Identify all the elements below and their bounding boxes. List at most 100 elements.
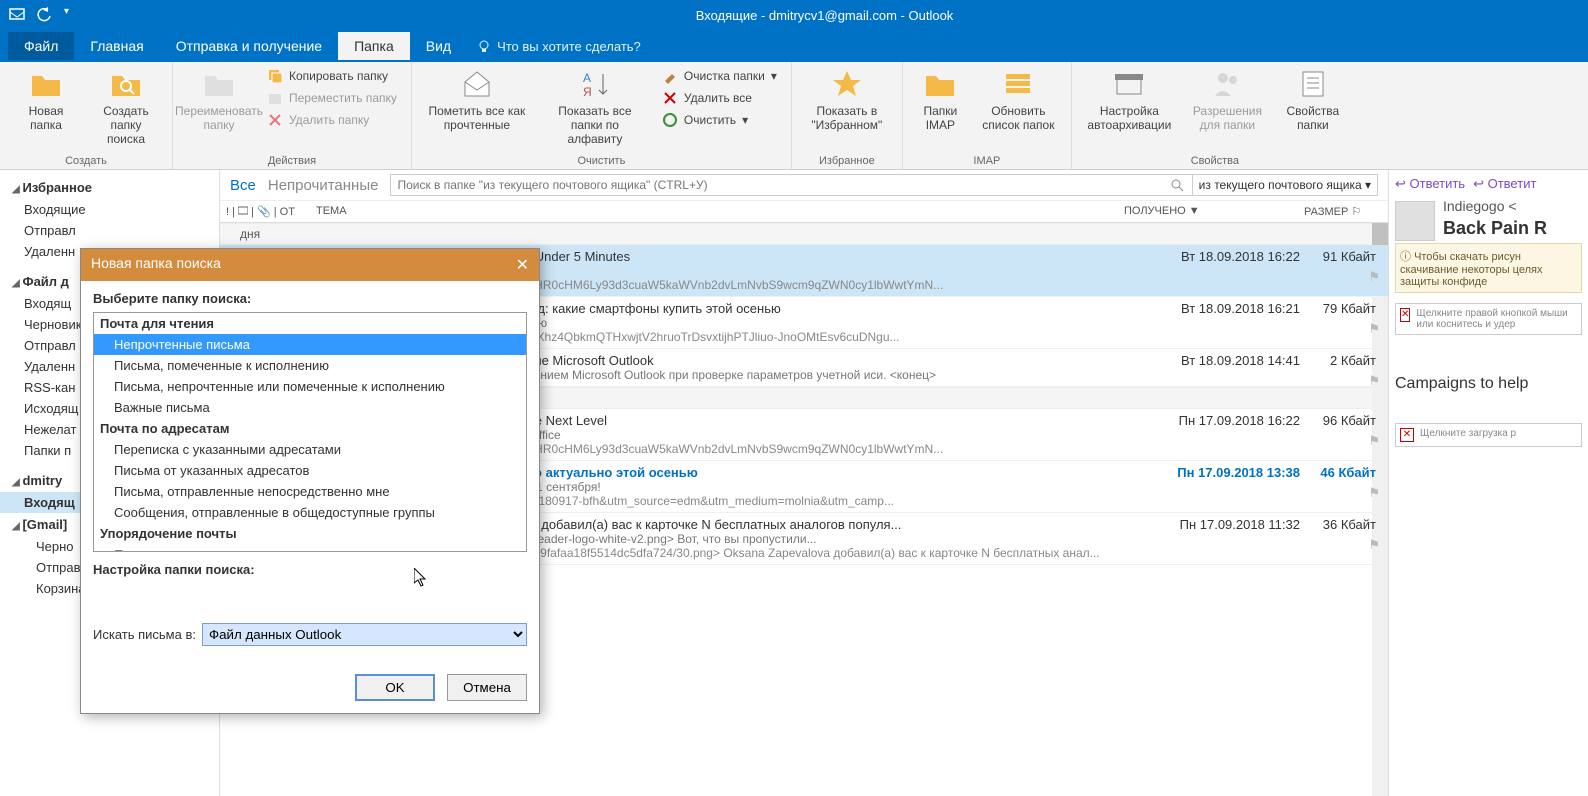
delete-folder-button[interactable]: Удалить папку <box>263 110 373 130</box>
list-option[interactable]: Письма, непрочтенные или помеченные к ис… <box>94 376 526 397</box>
group-label-create: Создать <box>65 153 107 167</box>
svg-text:А: А <box>583 71 591 85</box>
folders-icon <box>924 68 956 100</box>
move-folder-icon <box>267 90 283 106</box>
group-label-favorites: Избранное <box>819 153 875 167</box>
show-all-az-button[interactable]: АЯ Показать все папки по алфавиту <box>540 66 650 148</box>
close-icon[interactable]: ✕ <box>516 255 529 275</box>
reply-all-button[interactable]: ↩ Ответит <box>1473 176 1536 192</box>
col-subject[interactable]: ТЕМА <box>310 203 1118 220</box>
reading-body: Campaigns to help <box>1395 335 1582 393</box>
tab-home[interactable]: Главная <box>74 32 159 60</box>
cancel-button[interactable]: Отмена <box>447 674 527 701</box>
list-option[interactable]: Непрочтенные письма <box>94 334 526 355</box>
list-option[interactable]: Письма, отправленные непосредственно мне <box>94 481 526 502</box>
flag-icon[interactable]: ⚑ <box>1368 537 1380 553</box>
delete-all-icon <box>662 90 678 106</box>
folder-icon <box>30 68 62 100</box>
folder-permissions-button[interactable]: Разрешения для папки <box>1185 66 1270 134</box>
recycle-icon <box>662 112 678 128</box>
star-icon <box>831 68 863 100</box>
ribbon-tabs: Файл Главная Отправка и получение Папка … <box>0 30 1588 62</box>
folder-item[interactable]: Входящие <box>0 199 219 220</box>
qat-undo-icon[interactable] <box>36 6 54 24</box>
list-option[interactable]: Письма от указанных адресатов <box>94 460 526 481</box>
ribbon: Новая папка Создать папку поиска Создать… <box>0 62 1588 170</box>
delete-all-button[interactable]: Удалить все <box>658 88 756 108</box>
filter-all[interactable]: Все <box>230 177 256 194</box>
col-received[interactable]: ПОЛУЧЕНО ▼ <box>1118 203 1298 220</box>
search-folder-dialog: Новая папка поиска ✕ Выберите папку поис… <box>80 248 540 714</box>
new-search-folder-button[interactable]: Создать папку поиска <box>90 66 162 148</box>
title-bar: ▾ Входящие - dmitrycv1@gmail.com - Outlo… <box>0 0 1588 30</box>
flag-icon[interactable]: ⚑ <box>1368 485 1380 501</box>
flag-icon[interactable]: ⚑ <box>1368 433 1380 449</box>
list-option[interactable]: Письма, помеченные к исполнению <box>94 355 526 376</box>
flag-icon[interactable]: ⚑ <box>1368 373 1380 389</box>
col-size[interactable]: РАЗМЕР ⚐ <box>1298 203 1388 220</box>
envelope-open-icon <box>461 68 493 100</box>
show-favorites-button[interactable]: Показать в "Избранном" <box>802 66 892 134</box>
dialog-title-bar[interactable]: Новая папка поиска ✕ <box>81 249 539 281</box>
reply-button[interactable]: ↩ Ответить <box>1395 176 1465 192</box>
qat-sendreceive-icon[interactable] <box>8 6 26 24</box>
tell-me[interactable]: Что вы хотите сделать? <box>477 39 641 54</box>
tab-folder[interactable]: Папка <box>338 32 410 60</box>
rename-icon <box>203 68 235 100</box>
group-label-clean: Очистить <box>577 153 625 167</box>
update-folder-list-button[interactable]: Обновить список папок <box>976 66 1061 134</box>
tab-file[interactable]: Файл <box>8 32 74 60</box>
archive-icon <box>1113 68 1145 100</box>
window-title: Входящие - dmitrycv1@gmail.com - Outlook <box>69 8 1580 23</box>
copy-folder-button[interactable]: Копировать папку <box>263 66 392 86</box>
search-input[interactable] <box>390 174 1161 196</box>
section-favorites[interactable]: Избранное <box>0 176 219 199</box>
date-group-header[interactable]: дня <box>220 223 1388 245</box>
list-category: Упорядочение почты <box>94 523 526 544</box>
avatar <box>1395 201 1435 241</box>
imap-folders-button[interactable]: Папки IMAP <box>913 66 968 134</box>
info-bar[interactable]: ⓘ Чтобы скачать рисун скачивание некотор… <box>1395 243 1582 293</box>
list-option[interactable]: Сообщения, отправленные в общедоступные … <box>94 502 526 523</box>
group-label-properties: Свойства <box>1191 153 1239 167</box>
cleanup-folder-button[interactable]: Очистка папки ▾ <box>658 66 781 86</box>
reading-sender: Indiegogo < <box>1443 198 1547 214</box>
search-scope[interactable]: из текущего почтового ящика ▾ <box>1192 174 1378 196</box>
dialog-select-label: Выберите папку поиска: <box>93 291 527 312</box>
image-placeholder[interactable]: ✕Щелкните загрузка р <box>1395 423 1582 447</box>
rename-folder-button[interactable]: Переименовать папку <box>183 66 255 134</box>
tab-sendreceive[interactable]: Отправка и получение <box>160 32 338 60</box>
delete-folder-icon <box>267 112 283 128</box>
flag-icon[interactable]: ⚑ <box>1368 321 1380 337</box>
list-category: Почта по адресатам <box>94 418 526 439</box>
copy-folder-icon <box>267 68 283 84</box>
reading-pane: ↩ Ответить ↩ Ответит Indiegogo < Back Pa… <box>1388 170 1588 796</box>
col-icons[interactable]: ! | | 📎 | ОТ <box>220 203 310 220</box>
tab-view[interactable]: Вид <box>410 32 467 60</box>
mark-all-read-button[interactable]: Пометить все как прочтенные <box>422 66 532 134</box>
move-folder-button[interactable]: Переместить папку <box>263 88 401 108</box>
autoarchive-button[interactable]: Настройка автоархивации <box>1082 66 1177 134</box>
search-folder-listbox[interactable]: Почта для чтения Непрочтенные письма Пис… <box>93 312 527 552</box>
list-option[interactable]: Почта по категориям <box>94 544 526 552</box>
group-label-imap: IMAP <box>973 153 1000 167</box>
reading-subject: Back Pain R <box>1443 214 1547 243</box>
filter-unread[interactable]: Непрочитанные <box>268 177 379 194</box>
ok-button[interactable]: OK <box>355 674 435 701</box>
folder-item[interactable]: Отправл <box>0 220 219 241</box>
filter-bar: Все Непрочитанные из текущего почтового … <box>220 170 1388 201</box>
search-button[interactable] <box>1162 174 1192 196</box>
clean-button[interactable]: Очистить ▾ <box>658 110 752 130</box>
folder-properties-button[interactable]: Свойства папки <box>1278 66 1348 134</box>
dialog-title: Новая папка поиска <box>91 255 221 275</box>
broom-icon <box>662 68 678 84</box>
flag-icon[interactable]: ⚑ <box>1368 269 1380 285</box>
list-category: Почта для чтения <box>94 313 526 334</box>
list-option[interactable]: Переписка с указанными адресатами <box>94 439 526 460</box>
image-placeholder[interactable]: ✕Щелкните правой кнопкой мыши или коснит… <box>1395 303 1582 335</box>
folder-list-icon <box>1002 68 1034 100</box>
search-in-select[interactable]: Файл данных Outlook <box>202 623 527 646</box>
list-option[interactable]: Важные письма <box>94 397 526 418</box>
svg-text:Я: Я <box>583 85 592 99</box>
new-folder-button[interactable]: Новая папка <box>10 66 82 134</box>
